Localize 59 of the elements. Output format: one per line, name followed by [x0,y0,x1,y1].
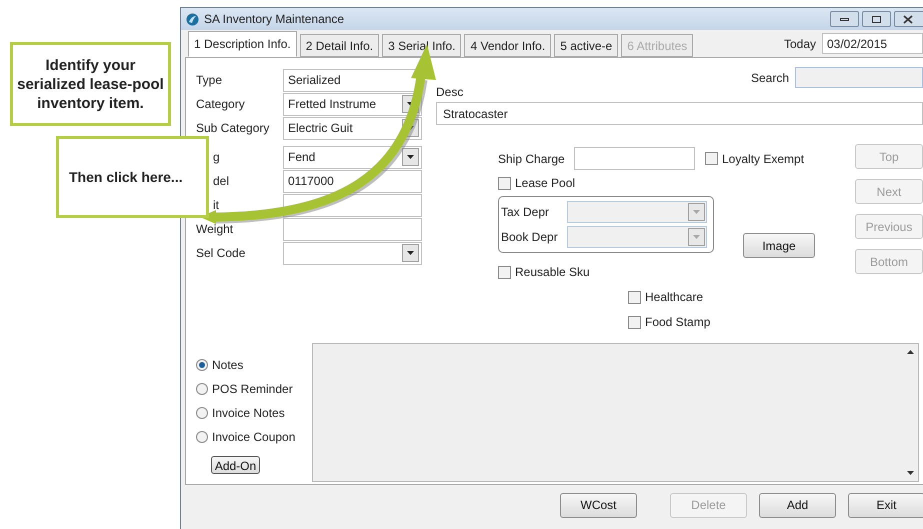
tab[interactable]: 5 active-e [554,34,618,57]
desc-field[interactable]: Stratocaster [436,102,923,125]
radio-label: Invoice Coupon [212,429,296,446]
callout-box: Then click here... [56,136,209,218]
radio-button[interactable] [196,359,208,371]
checkbox[interactable] [628,290,641,304]
ship-charge-label: Ship Charge [498,150,566,168]
field-label: Category [196,96,246,113]
tab[interactable]: 2 Detail Info. [300,34,380,57]
checkbox-label: Lease Pool [515,175,576,192]
dropdown-field[interactable]: Fend [283,146,422,168]
checkbox-label: Food Stamp [645,314,710,331]
footer-button[interactable]: WCost [560,492,637,518]
radio-label: Invoice Notes [212,405,285,422]
checkbox-label: Reusable Sku [515,264,590,281]
search-label: Search [750,70,789,86]
checkbox[interactable] [705,152,718,165]
field-label: Sub Category [196,120,270,137]
image-button[interactable]: Image [743,233,815,258]
tab[interactable]: 4 Vendor Info. [464,34,552,57]
checkbox[interactable] [498,266,511,278]
dropdown-field[interactable]: Electric Guit [283,116,422,140]
window-title: SA Inventory Maintenance [204,11,344,28]
footer-button[interactable]: Exit [848,492,923,518]
search-field[interactable] [795,67,923,88]
scroll-down-icon[interactable] [907,471,914,475]
field-label: Weight [196,221,234,238]
checkbox[interactable] [498,176,511,190]
checkbox-label: Healthcare [645,289,704,306]
scroll-up-icon[interactable] [907,350,914,354]
depr-label: Tax Depr [501,204,550,221]
app-icon [186,12,199,26]
radio-button[interactable] [196,407,208,419]
field-label: g [213,149,221,166]
dropdown-field[interactable]: Fretted Instrume [283,92,422,116]
add-on-button[interactable]: Add-On [211,456,260,474]
dropdown-field[interactable] [283,242,422,264]
maximize-icon[interactable] [862,11,891,27]
callout-box: Identify your serialized lease-pool inventory item. [10,42,171,126]
field-label: del [213,173,230,190]
minimize-icon[interactable] [830,11,859,27]
field-label: Sel Code [196,245,246,262]
radio-label: Notes [212,357,244,374]
depr-label: Book Depr [501,229,559,246]
checkbox[interactable] [628,316,641,328]
radio-label: POS Reminder [212,381,293,398]
input-field[interactable] [283,218,422,240]
field-label: Type [196,72,224,89]
checkbox-label: Loyalty Exempt [722,150,804,168]
radio-button[interactable] [196,431,208,443]
desc-label: Desc [436,84,464,101]
date-field[interactable]: 03/02/2015 [822,33,923,54]
close-icon[interactable] [894,11,923,27]
field-label: it [213,197,220,214]
today-label: Today [784,36,816,52]
tab[interactable]: 1 Description Info. [188,31,297,57]
radio-button[interactable] [196,383,208,395]
footer-button[interactable]: Add [759,492,836,518]
ship-charge-field[interactable] [574,147,695,170]
